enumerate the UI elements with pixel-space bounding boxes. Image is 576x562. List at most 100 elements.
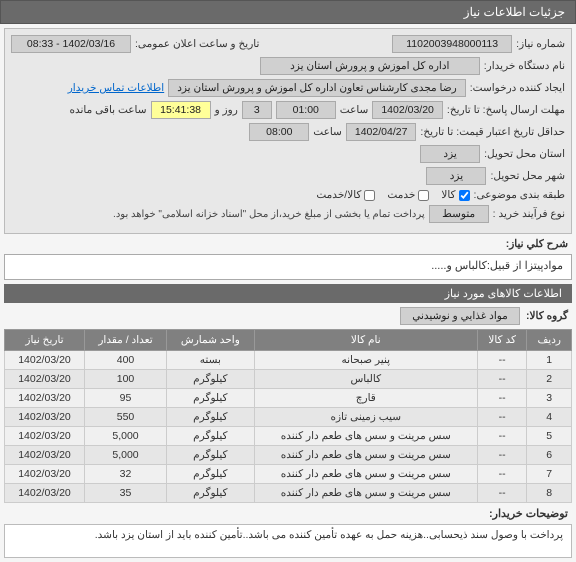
class-both-option[interactable]: کالا/خدمت [316, 189, 375, 201]
class-both-checkbox[interactable] [364, 190, 375, 201]
table-cell: -- [477, 484, 527, 503]
table-cell: سس مرینت و سس های طعم دار کننده [254, 427, 477, 446]
table-cell: -- [477, 370, 527, 389]
table-cell: 7 [527, 465, 572, 484]
class-label: طبقه بندی موضوعی: [474, 189, 565, 201]
table-cell: 3 [527, 389, 572, 408]
deadline-time: 01:00 [276, 101, 336, 119]
table-cell: 95 [84, 389, 166, 408]
table-cell: -- [477, 351, 527, 370]
table-cell: کیلوگرم [167, 370, 255, 389]
info-panel: شماره نیاز: 1102003948000113 تاریخ و ساع… [4, 28, 572, 234]
table-cell: سس مرینت و سس های طعم دار کننده [254, 446, 477, 465]
table-row[interactable]: 3--قارچکیلوگرم951402/03/20 [5, 389, 572, 408]
table-cell: 1402/03/20 [5, 389, 85, 408]
table-header: تعداد / مقدار [84, 330, 166, 351]
table-cell: سیب زمینی تازه [254, 408, 477, 427]
buyer-org-value: اداره کل اموزش و پرورش استان یزد [260, 57, 480, 75]
purchase-type: متوسط [429, 205, 489, 223]
table-cell: 1 [527, 351, 572, 370]
table-row[interactable]: 5--سس مرینت و سس های طعم دار کنندهکیلوگر… [5, 427, 572, 446]
table-cell: 1402/03/20 [5, 370, 85, 389]
table-cell: سس مرینت و سس های طعم دار کننده [254, 465, 477, 484]
table-cell: 5,000 [84, 446, 166, 465]
remain-time: 15:41:38 [151, 101, 211, 119]
table-cell: 4 [527, 408, 572, 427]
desc-box: موادپیتزا از قبیل:کالباس و..... [4, 254, 572, 280]
announce-value: 1402/03/16 - 08:33 [11, 35, 131, 53]
deliver-city: یزد [426, 167, 486, 185]
days-label: روز و [215, 104, 238, 116]
need-no-label: شماره نیاز: [516, 38, 565, 50]
table-cell: -- [477, 465, 527, 484]
validity-time-label: ساعت [313, 126, 342, 138]
desc-text: موادپیتزا از قبیل:کالباس و..... [431, 260, 563, 272]
group-label: گروه کالا: [526, 310, 568, 322]
table-row[interactable]: 4--سیب زمینی تازهکیلوگرم5501402/03/20 [5, 408, 572, 427]
table-cell: کیلوگرم [167, 389, 255, 408]
table-cell: -- [477, 408, 527, 427]
table-cell: 2 [527, 370, 572, 389]
table-cell: 1402/03/20 [5, 465, 85, 484]
table-row[interactable]: 6--سس مرینت و سس های طعم دار کنندهکیلوگر… [5, 446, 572, 465]
table-cell: 1402/03/20 [5, 427, 85, 446]
group-row: گروه کالا: مواد غذايي و نوشيدني [0, 303, 576, 329]
class-goods-option[interactable]: کالا [441, 189, 469, 201]
table-cell: 1402/03/20 [5, 351, 85, 370]
panel-header: جزئیات اطلاعات نیاز [0, 0, 576, 24]
deadline-label: مهلت ارسال پاسخ: تا تاریخ: [447, 104, 565, 116]
class-checkboxes: کالا خدمت کالا/خدمت [316, 189, 469, 201]
table-cell: 1402/03/20 [5, 446, 85, 465]
buyer-org-label: نام دستگاه خریدار: [484, 60, 565, 72]
table-cell: 5,000 [84, 427, 166, 446]
table-header: تاریخ نیاز [5, 330, 85, 351]
table-cell: 550 [84, 408, 166, 427]
class-service-checkbox[interactable] [418, 190, 429, 201]
announce-label: تاریخ و ساعت اعلان عمومی: [135, 38, 259, 50]
buyer-notes-label: توضیحات خریدار: [0, 503, 576, 520]
remain-label: ساعت باقی مانده [70, 104, 147, 116]
deliver-city-label: شهر محل تحویل: [490, 170, 565, 182]
items-section-title: اطلاعات کالاهای مورد نیاز [4, 284, 572, 303]
table-cell: کیلوگرم [167, 484, 255, 503]
table-cell: سس مرینت و سس های طعم دار کننده [254, 484, 477, 503]
table-header: کد کالا [477, 330, 527, 351]
table-cell: کیلوگرم [167, 427, 255, 446]
table-header: نام کالا [254, 330, 477, 351]
table-cell: 1402/03/20 [5, 484, 85, 503]
table-cell: قارچ [254, 389, 477, 408]
table-row[interactable]: 7--سس مرینت و سس های طعم دار کنندهکیلوگر… [5, 465, 572, 484]
class-service-option[interactable]: خدمت [387, 189, 429, 201]
buyer-notes-box: پرداخت با وصول سند ذیحسابی..هزینه حمل به… [4, 524, 572, 558]
requester-label: ایجاد کننده درخواست: [470, 82, 565, 94]
table-row[interactable]: 1--پنیر صبحانهبسته4001402/03/20 [5, 351, 572, 370]
table-cell: کیلوگرم [167, 408, 255, 427]
days-value: 3 [242, 101, 272, 119]
requester-value: رضا مجدی کارشناس تعاون اداره کل اموزش و … [168, 79, 466, 97]
need-no-value: 1102003948000113 [392, 35, 512, 53]
desc-label: شرح کلي نیاز: [506, 238, 568, 250]
table-cell: 6 [527, 446, 572, 465]
table-row[interactable]: 2--کالباسکیلوگرم1001402/03/20 [5, 370, 572, 389]
deliver-province-label: استان محل تحویل: [484, 148, 565, 160]
deadline-time-label: ساعت [340, 104, 369, 116]
table-cell: 1402/03/20 [5, 408, 85, 427]
table-cell: -- [477, 427, 527, 446]
table-cell: -- [477, 446, 527, 465]
table-cell: 8 [527, 484, 572, 503]
table-cell: 32 [84, 465, 166, 484]
deliver-province: یزد [420, 145, 480, 163]
table-cell: 5 [527, 427, 572, 446]
table-cell: کیلوگرم [167, 465, 255, 484]
contact-link[interactable]: اطلاعات تماس خریدار [68, 82, 164, 94]
table-cell: کالباس [254, 370, 477, 389]
table-cell: پنیر صبحانه [254, 351, 477, 370]
validity-time: 08:00 [249, 123, 309, 141]
table-cell: -- [477, 389, 527, 408]
table-cell: بسته [167, 351, 255, 370]
class-goods-checkbox[interactable] [459, 190, 470, 201]
table-row[interactable]: 8--سس مرینت و سس های طعم دار کنندهکیلوگر… [5, 484, 572, 503]
table-header: ردیف [527, 330, 572, 351]
table-cell: 100 [84, 370, 166, 389]
table-cell: 400 [84, 351, 166, 370]
